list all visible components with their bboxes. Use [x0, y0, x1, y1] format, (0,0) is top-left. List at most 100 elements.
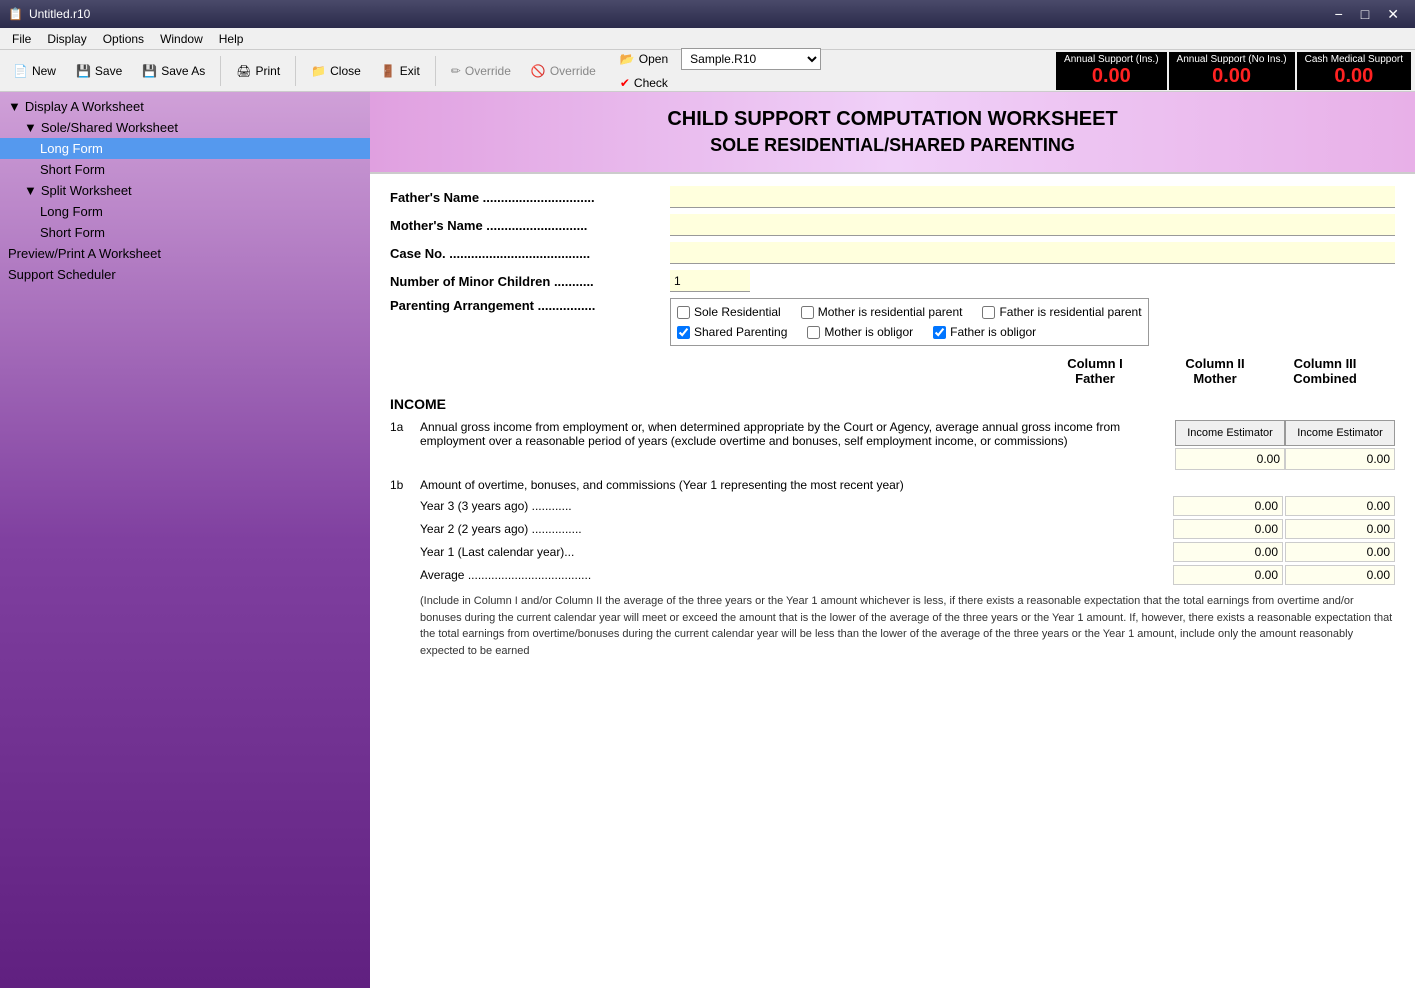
parenting-row-2: Shared Parenting Mother is obligor Fathe…: [677, 325, 1142, 339]
save-as-button[interactable]: 💾 Save As: [133, 60, 214, 82]
sidebar-item-short-form-1[interactable]: Short Form: [0, 159, 370, 180]
arrow-icon: ▼: [24, 120, 37, 135]
open-button[interactable]: 📂 Open: [611, 48, 677, 70]
row-1a-desc: Annual gross income from employment or, …: [420, 420, 1120, 448]
average-father-input[interactable]: [1173, 565, 1283, 585]
income-1a-mother-input[interactable]: [1285, 448, 1395, 470]
file-select[interactable]: Sample.R10: [681, 48, 821, 70]
sidebar-item-display-a-worksheet[interactable]: ▼ Display A Worksheet: [0, 96, 370, 117]
check-icon: ✔: [620, 76, 630, 90]
restore-button[interactable]: □: [1353, 4, 1377, 25]
sidebar-item-sole-shared-worksheet[interactable]: ▼ Sole/Shared Worksheet: [0, 117, 370, 138]
sidebar-item-support-scheduler[interactable]: Support Scheduler: [0, 264, 370, 285]
col-combined-header: Column III Combined: [1275, 356, 1375, 386]
num-children-input[interactable]: [670, 270, 750, 292]
worksheet-subtitle: SOLE RESIDENTIAL/SHARED PARENTING: [386, 135, 1399, 156]
save-button[interactable]: 💾 Save: [67, 60, 131, 82]
year3-row: Year 3 (3 years ago) ............: [390, 496, 1395, 516]
row-1a-father-field: Income Estimator: [1175, 420, 1285, 470]
shared-parenting-checkbox[interactable]: [677, 326, 690, 339]
year1-mother-input[interactable]: [1285, 542, 1395, 562]
sidebar-item-long-form-1[interactable]: Long Form: [0, 138, 370, 159]
year3-mother-input[interactable]: [1285, 496, 1395, 516]
close-icon: 📁: [311, 64, 326, 78]
new-button[interactable]: 📄 New: [4, 60, 65, 82]
year1-father-input[interactable]: [1173, 542, 1283, 562]
row-1a-mother-field: Income Estimator: [1285, 420, 1395, 470]
year3-label: Year 3 (3 years ago) ............: [420, 499, 1173, 513]
parenting-options: Sole Residential Mother is residential p…: [670, 298, 1149, 346]
average-label: Average ................................…: [420, 568, 1173, 582]
close-file-button[interactable]: 📁 Close: [302, 60, 370, 82]
override2-button[interactable]: 🚫 Override: [522, 60, 605, 82]
arrow-icon: ▼: [8, 99, 21, 114]
father-obligor-checkbox[interactable]: [933, 326, 946, 339]
separator-3: [435, 56, 436, 86]
num-children-row: Number of Minor Children ...........: [390, 270, 1395, 292]
worksheet-title: CHILD SUPPORT COMPUTATION WORKSHEET: [386, 108, 1399, 131]
separator-1: [220, 56, 221, 86]
income-estimator-mother-btn[interactable]: Income Estimator: [1285, 420, 1395, 446]
year2-label: Year 2 (2 years ago) ...............: [420, 522, 1173, 536]
cash-medical-support-box: Cash Medical Support 0.00: [1297, 52, 1411, 90]
mother-obligor-checkbox[interactable]: [807, 326, 820, 339]
override-button[interactable]: ✏ Override: [442, 60, 520, 82]
parenting-row-1: Sole Residential Mother is residential p…: [677, 305, 1142, 319]
sidebar-item-split-worksheet[interactable]: ▼ Split Worksheet: [0, 180, 370, 201]
year2-father-input[interactable]: [1173, 519, 1283, 539]
save-as-icon: 💾: [142, 64, 157, 78]
year2-mother-input[interactable]: [1285, 519, 1395, 539]
year1-row: Year 1 (Last calendar year)...: [390, 542, 1395, 562]
note-text: (Include in Column I and/or Column II th…: [390, 593, 1395, 659]
fathers-name-row: Father's Name ..........................…: [390, 186, 1395, 208]
father-residential-option[interactable]: Father is residential parent: [982, 305, 1141, 319]
income-1a-father-input[interactable]: [1175, 448, 1285, 470]
sidebar-item-short-form-2[interactable]: Short Form: [0, 222, 370, 243]
annual-support-ins-box: Annual Support (Ins.) 0.00: [1056, 52, 1167, 90]
father-residential-checkbox[interactable]: [982, 306, 995, 319]
print-icon: 🖨: [236, 64, 251, 78]
num-children-label: Number of Minor Children ...........: [390, 274, 670, 289]
app-icon: 📋: [8, 7, 23, 21]
income-estimator-father-btn[interactable]: Income Estimator: [1175, 420, 1285, 446]
main-layout: ▼ Display A Worksheet ▼ Sole/Shared Work…: [0, 92, 1415, 988]
check-button[interactable]: ✔ Check: [611, 72, 677, 94]
sidebar-item-long-form-2[interactable]: Long Form: [0, 201, 370, 222]
menu-window[interactable]: Window: [152, 30, 211, 48]
print-button[interactable]: 🖨 Print: [227, 60, 289, 82]
column-headers: Column I Father Column II Mother Column …: [390, 356, 1395, 386]
case-no-input[interactable]: [670, 242, 1395, 264]
close-button[interactable]: ✕: [1379, 4, 1407, 25]
menu-help[interactable]: Help: [211, 30, 252, 48]
mother-obligor-option[interactable]: Mother is obligor: [807, 325, 913, 339]
override2-icon: 🚫: [531, 64, 546, 78]
father-obligor-option[interactable]: Father is obligor: [933, 325, 1036, 339]
menu-display[interactable]: Display: [39, 30, 94, 48]
mothers-name-input[interactable]: [670, 214, 1395, 236]
mothers-name-row: Mother's Name ..........................…: [390, 214, 1395, 236]
income-row-1b: 1b Amount of overtime, bonuses, and comm…: [390, 478, 1395, 492]
shared-parenting-option[interactable]: Shared Parenting: [677, 325, 787, 339]
override-icon: ✏: [451, 64, 461, 78]
minimize-button[interactable]: −: [1327, 4, 1351, 25]
sidebar-item-preview-print[interactable]: Preview/Print A Worksheet: [0, 243, 370, 264]
mother-residential-checkbox[interactable]: [801, 306, 814, 319]
fathers-name-input[interactable]: [670, 186, 1395, 208]
mothers-name-label: Mother's Name ..........................…: [390, 218, 670, 233]
row-1b-num: 1b: [390, 478, 420, 492]
title-bar: 📋 Untitled.r10 − □ ✕: [0, 0, 1415, 28]
separator-2: [295, 56, 296, 86]
year3-father-input[interactable]: [1173, 496, 1283, 516]
case-no-row: Case No. ...............................…: [390, 242, 1395, 264]
income-section-title: INCOME: [390, 396, 1395, 412]
exit-button[interactable]: 🚪 Exit: [372, 60, 429, 82]
sole-residential-checkbox[interactable]: [677, 306, 690, 319]
sole-residential-option[interactable]: Sole Residential: [677, 305, 781, 319]
open-icon: 📂: [620, 52, 635, 66]
sidebar: ▼ Display A Worksheet ▼ Sole/Shared Work…: [0, 92, 370, 988]
menu-file[interactable]: File: [4, 30, 39, 48]
menu-options[interactable]: Options: [95, 30, 152, 48]
mother-residential-option[interactable]: Mother is residential parent: [801, 305, 963, 319]
worksheet-header: CHILD SUPPORT COMPUTATION WORKSHEET SOLE…: [370, 92, 1415, 174]
average-mother-input[interactable]: [1285, 565, 1395, 585]
